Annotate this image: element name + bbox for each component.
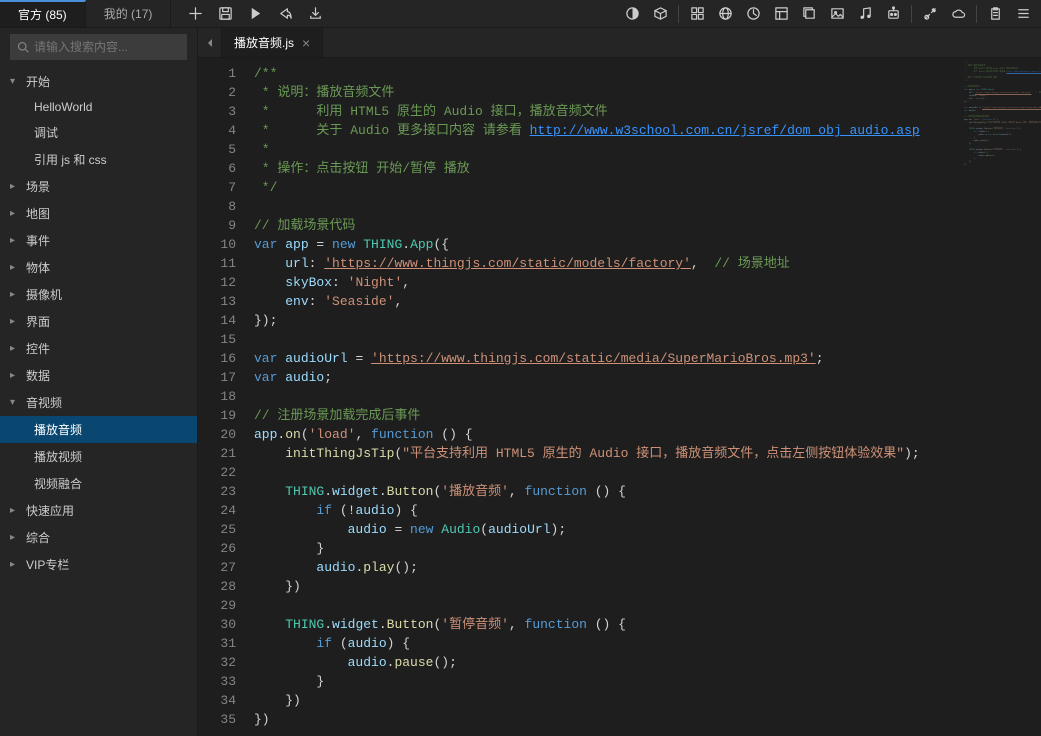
top-tab-0[interactable]: 官方 (85) (0, 0, 86, 27)
tree-leaf[interactable]: 调试 (0, 119, 197, 146)
tree-item-label: 场景 (26, 178, 50, 195)
tree-item-label: HelloWorld (34, 100, 92, 114)
cloud-icon[interactable] (944, 0, 972, 28)
search-input[interactable] (34, 40, 189, 54)
tree-branch[interactable]: ▾ 开始 (0, 68, 197, 95)
layout-icon[interactable] (767, 0, 795, 28)
tree-leaf[interactable]: 引用 js 和 css (0, 146, 197, 173)
chevron-right-icon: ▸ (10, 235, 22, 246)
tree-leaf[interactable]: 播放视频 (0, 443, 197, 470)
minimap[interactable]: /** * 说明：播放音频文件 * 利用 HTML5 原生的 Audio 接口，… (961, 58, 1041, 736)
tree-item-label: 音视频 (26, 394, 62, 411)
chevron-right-icon: ▸ (10, 532, 22, 543)
search-box[interactable] (10, 34, 187, 60)
divider (678, 5, 679, 23)
chevron-right-icon: ▸ (10, 343, 22, 354)
tree-branch[interactable]: ▸ 物体 (0, 254, 197, 281)
gutter: 1234567891011121314151617181920212223242… (198, 58, 250, 736)
clock-icon[interactable] (739, 0, 767, 28)
code-content[interactable]: /** * 说明：播放音频文件 * 利用 HTML5 原生的 Audio 接口，… (250, 58, 1041, 736)
copy-icon[interactable] (795, 0, 823, 28)
back-arrow-icon[interactable] (198, 28, 222, 57)
editor-tab[interactable]: 播放音频.js × (222, 28, 323, 57)
tree-branch[interactable]: ▸ 界面 (0, 308, 197, 335)
chevron-right-icon: ▸ (10, 262, 22, 273)
music-icon[interactable] (851, 0, 879, 28)
tree-item-label: 播放音频 (34, 421, 82, 438)
tree-item-label: 调试 (34, 124, 58, 141)
tree-item-label: 事件 (26, 232, 50, 249)
right-icons (618, 0, 1037, 28)
code-editor[interactable]: 1234567891011121314151617181920212223242… (198, 58, 1041, 736)
editor-tab-label: 播放音频.js (234, 34, 294, 51)
tree-item-label: 开始 (26, 73, 50, 90)
tree-branch[interactable]: ▸ VIP专栏 (0, 551, 197, 578)
tree-branch[interactable]: ▸ 事件 (0, 227, 197, 254)
top-tab-1[interactable]: 我的 (17) (86, 0, 172, 27)
tree-branch[interactable]: ▾ 音视频 (0, 389, 197, 416)
share-icon[interactable] (271, 0, 299, 28)
tree-item-label: 综合 (26, 529, 50, 546)
tree-leaf[interactable]: HelloWorld (0, 95, 197, 119)
editor-tab-row: 播放音频.js × (198, 28, 1041, 58)
circle-half-icon[interactable] (618, 0, 646, 28)
cube-icon[interactable] (646, 0, 674, 28)
image-icon[interactable] (823, 0, 851, 28)
tree-branch[interactable]: ▸ 摄像机 (0, 281, 197, 308)
menu-icon[interactable] (1009, 0, 1037, 28)
divider (976, 5, 977, 23)
tree-branch[interactable]: ▸ 数据 (0, 362, 197, 389)
clipboard-icon[interactable] (981, 0, 1009, 28)
tree-item-label: VIP专栏 (26, 556, 69, 573)
sidebar: ▾ 开始 HelloWorld 调试引用 js 和 css ▸ 场景 ▸ 地图 ▸ 事件 ▸ 物体 ▸ 摄… (0, 28, 198, 736)
tree-item-label: 界面 (26, 313, 50, 330)
tree-item-label: 引用 js 和 css (34, 151, 107, 168)
tree-branch[interactable]: ▸ 快速应用 (0, 497, 197, 524)
tree-item-label: 数据 (26, 367, 50, 384)
tree-item-label: 视频融合 (34, 475, 82, 492)
plus-icon[interactable] (181, 0, 209, 28)
chevron-right-icon: ▸ (10, 208, 22, 219)
tree-leaf[interactable]: 视频融合 (0, 470, 197, 497)
editor-area: 播放音频.js × 123456789101112131415161718192… (198, 28, 1041, 736)
tree-item-label: 控件 (26, 340, 50, 357)
download-icon[interactable] (301, 0, 329, 28)
chevron-right-icon: ▸ (10, 370, 22, 381)
tree-item-label: 物体 (26, 259, 50, 276)
toolbar-actions (181, 0, 329, 28)
chevron-right-icon: ▸ (10, 316, 22, 327)
tree: ▾ 开始 HelloWorld 调试引用 js 和 css ▸ 场景 ▸ 地图 ▸ 事件 ▸ 物体 ▸ 摄… (0, 68, 197, 736)
tree-item-label: 快速应用 (26, 502, 74, 519)
tools-icon[interactable] (916, 0, 944, 28)
chevron-right-icon: ▸ (10, 559, 22, 570)
save-icon[interactable] (211, 0, 239, 28)
top-tabs: 官方 (85)我的 (17) (0, 0, 171, 27)
topbar: 官方 (85)我的 (17) (0, 0, 1041, 28)
chevron-right-icon: ▸ (10, 181, 22, 192)
divider (911, 5, 912, 23)
globe-icon[interactable] (711, 0, 739, 28)
tree-branch[interactable]: ▸ 地图 (0, 200, 197, 227)
tree-branch[interactable]: ▸ 场景 (0, 173, 197, 200)
chevron-right-icon: ▸ (10, 505, 22, 516)
robot-icon[interactable] (879, 0, 907, 28)
tree-leaf[interactable]: 播放音频 (0, 416, 197, 443)
play-icon[interactable] (241, 0, 269, 28)
grid-icon[interactable] (683, 0, 711, 28)
chevron-down-icon: ▾ (10, 397, 22, 408)
chevron-down-icon: ▾ (10, 76, 22, 87)
tree-item-label: 摄像机 (26, 286, 62, 303)
tree-item-label: 播放视频 (34, 448, 82, 465)
tree-branch[interactable]: ▸ 综合 (0, 524, 197, 551)
close-icon[interactable]: × (302, 35, 310, 51)
search-icon (17, 41, 29, 53)
tree-branch[interactable]: ▸ 控件 (0, 335, 197, 362)
tree-item-label: 地图 (26, 205, 50, 222)
chevron-right-icon: ▸ (10, 289, 22, 300)
